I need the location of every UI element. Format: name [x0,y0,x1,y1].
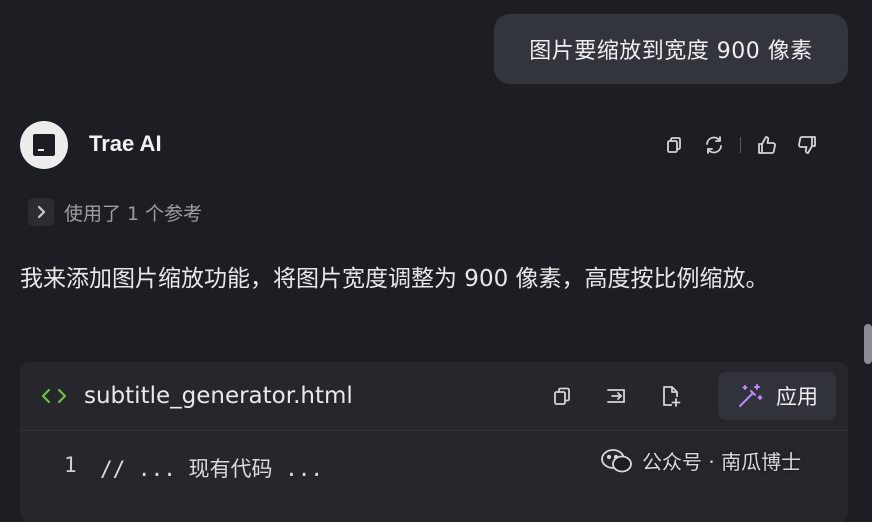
magic-wand-icon [739,384,763,407]
code-file-icon [40,382,68,410]
new-file-icon[interactable] [656,382,684,410]
code-block: subtitle_generator.html 应用 1 // ... 现有代码… [20,362,848,522]
chevron-right-icon [28,198,54,226]
code-filename: subtitle_generator.html [84,383,353,409]
avatar [20,121,68,169]
watermark-text: 公众号 · 南瓜博士 [642,450,802,474]
insert-at-cursor-icon[interactable] [602,382,630,410]
references-toggle[interactable]: 使用了 1 个参考 [28,198,202,226]
code-line: // ... 现有代码 ... [100,457,324,481]
code-block-actions: 应用 [548,372,836,420]
line-number: 1 [64,453,77,477]
actions-divider [740,137,741,153]
references-label: 使用了 1 个参考 [64,202,203,225]
apply-button[interactable]: 应用 [718,372,836,420]
message-actions [660,131,821,159]
user-message-bubble: 图片要缩放到宽度 900 像素 [494,14,848,84]
scrollbar-thumb[interactable] [864,324,872,364]
copy-code-icon[interactable] [548,382,576,410]
code-block-header: subtitle_generator.html 应用 [20,362,848,431]
wechat-icon [601,448,632,472]
assistant-message-text: 我来添加图片缩放功能，将图片宽度调整为 900 像素，高度按比例缩放。 [20,266,769,292]
thumbs-down-icon[interactable] [793,131,821,159]
apply-button-label: 应用 [776,385,818,409]
trae-logo-icon [33,134,55,156]
copy-icon[interactable] [660,131,688,159]
thumbs-up-icon[interactable] [753,131,781,159]
watermark: 公众号 · 南瓜博士 [600,446,801,475]
assistant-name: Trae AI [89,131,162,156]
regenerate-icon[interactable] [700,131,728,159]
user-message-text: 图片要缩放到宽度 900 像素 [529,39,813,64]
